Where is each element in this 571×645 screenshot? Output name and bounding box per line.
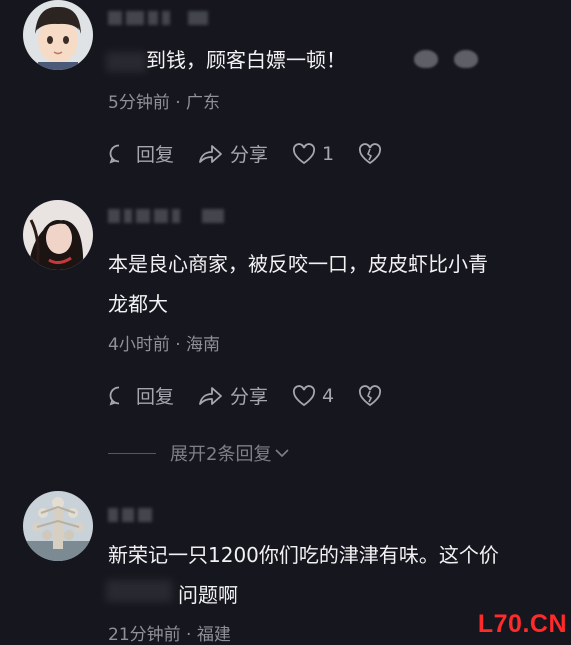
avatar[interactable] [23,0,93,70]
username[interactable] [108,8,208,28]
like-count: 4 [322,384,335,407]
broken-heart-icon [359,384,382,406]
comment-text: 新荣记一只1200你们吃的津津有味。这个价 [108,535,558,575]
comment-bubble-icon [109,144,120,163]
like-button[interactable]: 4 [292,385,334,407]
comment-bubble-icon [109,386,120,405]
expand-replies-label: 展开2条回复 [170,444,272,465]
blurred-text [106,580,172,602]
comment-meta: 21分钟前 · 福建 [108,625,231,645]
comment-meta: 5分钟前 · 广东 [108,93,221,113]
watermark-logo: L70.CN [477,610,567,638]
chevron-down-icon [275,449,290,458]
username[interactable] [108,505,152,525]
heart-icon [293,142,316,164]
reply-button[interactable]: 回复 [108,140,174,167]
broken-heart-icon [359,142,382,164]
comment-text-line: 新荣记一只1200你们吃的津津有味。这个价 [108,543,499,567]
comment-text-line: 龙都大 [108,292,168,316]
share-arrow-icon [199,386,222,405]
comment-actions: 回复 分享 1 [108,140,406,167]
like-count: 1 [322,142,335,165]
dislike-button[interactable] [358,384,382,407]
comment-text: 本是良心商家，被反咬一口，皮皮虾比小青 龙都大 [108,244,558,324]
share-arrow-icon [199,144,222,163]
reply-button[interactable]: 回复 [108,382,174,409]
comment-text: 问题啊 [178,583,238,607]
avatar[interactable] [23,491,93,561]
share-label: 分享 [230,386,269,408]
divider-line [108,452,156,454]
comment-text: 到钱，顾客白嫖一顿！ [146,48,346,72]
username[interactable] [108,206,224,226]
comment-text-line: 本是良心商家，被反咬一口，皮皮虾比小青 [108,252,488,276]
like-button[interactable]: 1 [292,143,334,165]
share-button[interactable]: 分享 [198,140,268,167]
avatar[interactable] [23,200,93,270]
reply-label: 回复 [136,386,175,408]
share-button[interactable]: 分享 [198,382,268,409]
emoji-icon [454,50,478,68]
comment-actions: 回复 分享 4 [108,382,406,409]
blurred-text [106,52,146,72]
dislike-button[interactable] [358,142,382,165]
share-label: 分享 [230,144,269,166]
emoji-icon [414,50,438,68]
expand-replies-button[interactable]: 展开2条回复 [108,440,291,466]
comment-meta: 4小时前 · 海南 [108,335,221,355]
reply-label: 回复 [136,144,175,166]
heart-icon [293,384,316,406]
